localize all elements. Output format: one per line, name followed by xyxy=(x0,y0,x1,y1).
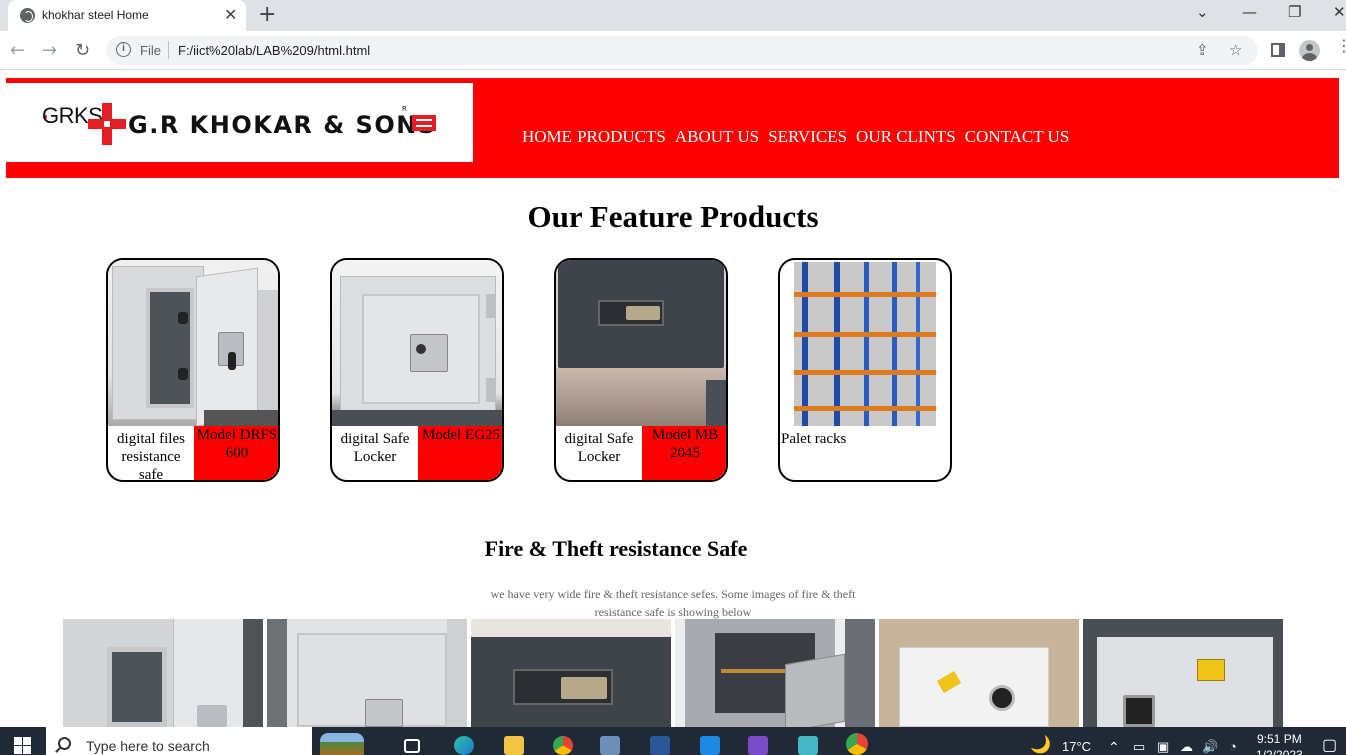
nav-our-clints[interactable]: OUR CLINTS xyxy=(856,127,956,147)
control-panel-icon[interactable] xyxy=(600,736,620,755)
gallery-image[interactable] xyxy=(1083,619,1283,727)
task-view-icon[interactable] xyxy=(404,739,420,753)
site-info-icon[interactable]: i xyxy=(116,42,131,57)
product-name: Palet racks xyxy=(781,431,847,447)
windows-taskbar: Type here to search 🌙 17°C ⌃ ▭ ▣ ☁ 🔊 ◔ 9… xyxy=(0,727,1346,755)
chrome-icon[interactable] xyxy=(553,736,573,755)
url-text[interactable]: F:/iict%20lab/LAB%209/html.html xyxy=(178,43,370,58)
main-nav: HOME PRODUCTS ABOUT US SERVICES OUR CLIN… xyxy=(522,127,1069,147)
search-icon xyxy=(58,737,71,750)
logo-cross-icon xyxy=(88,103,126,145)
product-name: digital files resistance safe xyxy=(117,431,185,482)
edge-icon[interactable] xyxy=(454,736,474,755)
product-model: Model EG25 xyxy=(418,426,502,480)
volume-icon[interactable]: 🔊 xyxy=(1202,739,1218,755)
product-card[interactable]: digital files resistance safe Model DRFS… xyxy=(106,258,280,482)
omnibox-divider xyxy=(168,41,169,59)
visual-studio-icon[interactable] xyxy=(748,736,768,755)
gallery-image[interactable] xyxy=(879,619,1079,727)
side-panel-icon[interactable] xyxy=(1271,43,1285,57)
clock[interactable]: 9:51 PM 1/2/2023 xyxy=(1256,731,1303,755)
nav-about-us[interactable]: ABOUT US xyxy=(675,127,759,147)
clock-time: 9:51 PM xyxy=(1257,732,1302,746)
bookmark-star-icon[interactable]: ☆ xyxy=(1229,41,1242,59)
tray-chevron-icon[interactable]: ⌃ xyxy=(1108,739,1120,755)
gallery-image[interactable] xyxy=(267,619,467,727)
chrome-active-icon[interactable] xyxy=(846,733,868,755)
tab-search-icon[interactable]: ⌄ xyxy=(1196,3,1209,21)
menu-icon[interactable]: ⋮ xyxy=(1336,38,1346,54)
forward-button[interactable]: → xyxy=(42,40,57,61)
restore-button[interactable]: ❐ xyxy=(1288,3,1301,21)
widgets-icon[interactable] xyxy=(320,733,364,755)
windows-start-icon[interactable] xyxy=(14,737,31,754)
omnibox[interactable]: i File F:/iict%20lab/LAB%209/html.html ⇪… xyxy=(106,36,1258,65)
file-explorer-icon[interactable] xyxy=(504,736,524,755)
product-card[interactable]: digital Safe Locker Model MB 2045 xyxy=(554,258,728,482)
vscode-icon[interactable] xyxy=(700,736,720,755)
scheme-label: File xyxy=(140,43,161,58)
product-card[interactable]: digital Safe Locker Model EG25 xyxy=(330,258,504,482)
network-icon[interactable]: ◔ xyxy=(1229,739,1237,754)
nav-contact-us[interactable]: CONTACT US xyxy=(965,127,1070,147)
moon-icon: 🌙 xyxy=(1030,735,1052,754)
new-tab-button[interactable]: + xyxy=(258,2,276,27)
browser-tab-strip: khokhar steel Home ✕ + ⌄ — ❐ ✕ xyxy=(0,0,1346,31)
word-icon[interactable] xyxy=(650,736,670,755)
minimize-button[interactable]: — xyxy=(1242,3,1257,21)
logo-company-name: G.R KHOKAR & SONS xyxy=(128,111,437,139)
product-model: Model MB 2045 xyxy=(642,426,726,480)
clock-date: 1/2/2023 xyxy=(1256,748,1303,755)
reload-button[interactable]: ↻ xyxy=(75,40,90,61)
gallery-image[interactable] xyxy=(471,619,671,727)
closed-safe-image xyxy=(332,260,502,426)
address-bar-row: ← → ↻ i File F:/iict%20lab/LAB%209/html.… xyxy=(0,31,1346,70)
safe-gallery xyxy=(63,619,1283,727)
share-icon[interactable]: ⇪ xyxy=(1196,41,1209,59)
dark-safe-image xyxy=(556,260,726,426)
fire-theft-description: we have very wide fire & theft resistanc… xyxy=(490,587,856,619)
registered-mark: R xyxy=(402,105,407,113)
pallet-racks-image xyxy=(780,260,950,426)
search-placeholder: Type here to search xyxy=(86,738,210,754)
app-tray-icon[interactable]: ▣ xyxy=(1157,739,1169,755)
gallery-image[interactable] xyxy=(63,619,263,727)
gallery-image[interactable] xyxy=(675,619,875,727)
back-button[interactable]: ← xyxy=(10,40,25,61)
nav-services[interactable]: SERVICES xyxy=(768,127,847,147)
nav-home[interactable]: HOME xyxy=(522,127,572,147)
weather-temp[interactable]: 17°C xyxy=(1062,739,1091,754)
onedrive-icon[interactable]: ☁ xyxy=(1180,739,1193,755)
profile-avatar[interactable] xyxy=(1299,40,1320,61)
nav-products[interactable]: PRODUCTS xyxy=(577,127,666,147)
meet-now-icon[interactable]: ▭ xyxy=(1133,739,1145,755)
logo-flag-icon xyxy=(412,115,436,131)
product-card[interactable]: Palet racks xyxy=(778,258,952,482)
product-model: Model DRFS 600 xyxy=(194,426,278,480)
fire-theft-title: Fire & Theft resistance Safe xyxy=(484,536,748,561)
notepad-icon[interactable] xyxy=(798,736,818,755)
open-safe-image xyxy=(108,260,278,426)
tab-title: khokhar steel Home xyxy=(42,8,149,22)
browser-tab[interactable]: khokhar steel Home ✕ xyxy=(8,0,246,31)
taskbar-search-input[interactable]: Type here to search xyxy=(46,727,312,755)
close-window-button[interactable]: ✕ xyxy=(1333,3,1346,21)
logo[interactable]: GRKS G.R KHOKAR & SONS R xyxy=(6,83,473,162)
featured-title: Our Feature Products xyxy=(527,199,819,234)
notifications-icon[interactable]: ▢ xyxy=(1322,735,1337,755)
product-name: digital Safe Locker xyxy=(340,431,410,465)
globe-icon xyxy=(20,8,35,23)
close-tab-icon[interactable]: ✕ xyxy=(224,5,237,24)
site-header: GRKS G.R KHOKAR & SONS R HOME PRODUCTS A… xyxy=(6,78,1339,178)
product-name: digital Safe Locker xyxy=(564,431,634,465)
